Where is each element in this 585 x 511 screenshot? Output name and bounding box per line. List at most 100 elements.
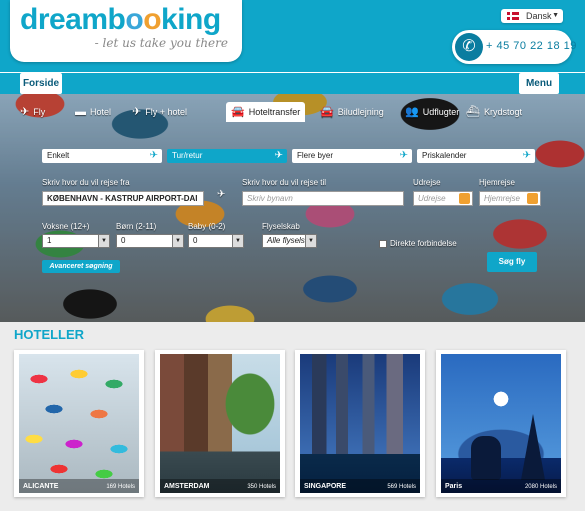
chevron-down-icon: ▼ xyxy=(305,235,316,247)
couple-silhouette xyxy=(471,436,501,480)
children-select[interactable]: 0 ▼ xyxy=(116,234,184,248)
hotel-card-singapore[interactable]: SINGAPORE 569 Hotels xyxy=(295,350,425,497)
language-selector[interactable]: Dansk ▼ xyxy=(501,9,563,23)
plane-icon: ✈ xyxy=(149,150,158,161)
depart-date-input[interactable]: Udrejse xyxy=(413,191,473,206)
chevron-down-icon: ▼ xyxy=(232,235,243,247)
children-value: 0 xyxy=(121,236,126,245)
hotel-image: AMSTERDAM 350 Hotels xyxy=(160,354,280,493)
ship-icon: ⛴ xyxy=(466,106,480,118)
trip-type-label: Tur/retur xyxy=(172,151,203,160)
tab-label: Krydstogt xyxy=(483,107,522,117)
menu-button[interactable]: Menu xyxy=(519,73,559,94)
car-icon: 🚘 xyxy=(320,106,334,118)
tab-label: Fly xyxy=(33,107,46,117)
search-tabs: ✈ Fly ▬ Hotel ✈ Fly + hotel 🚘 Hoteltransfer … xyxy=(20,102,580,122)
hotel-card-amsterdam[interactable]: AMSTERDAM 350 Hotels xyxy=(155,350,285,497)
direct-flight-checkbox[interactable] xyxy=(379,240,387,248)
logo-part: dream xyxy=(20,3,108,36)
depart-date-placeholder: Udrejse xyxy=(418,194,446,203)
trip-type-price-calendar[interactable]: Priskalender ✈ xyxy=(417,149,535,163)
nav-bar: Forside Menu xyxy=(0,72,585,94)
chevron-down-icon: ▼ xyxy=(552,12,559,19)
advanced-search-button[interactable]: Avanceret søgning xyxy=(42,260,120,273)
babies-value: 0 xyxy=(193,236,198,245)
tab-label: Udflugter xyxy=(422,107,460,117)
hero-overlay xyxy=(0,94,585,322)
airline-label: Flyselskab xyxy=(262,222,300,231)
chevron-down-icon: ▼ xyxy=(172,235,183,247)
tab-label: Fly + hotel xyxy=(145,107,187,117)
trip-type-label: Flere byer xyxy=(297,151,334,160)
hotel-count: 569 Hotels xyxy=(387,484,416,490)
direct-flight-label: Direkte forbindelse xyxy=(390,239,457,248)
trip-type-multi-city[interactable]: Flere byer ✈ xyxy=(292,149,412,163)
adults-select[interactable]: 1 ▼ xyxy=(42,234,110,248)
danish-flag-icon xyxy=(507,12,519,20)
return-date-placeholder: Hjemrejse xyxy=(484,194,521,203)
chevron-down-icon: ▼ xyxy=(98,235,109,247)
airline-select[interactable]: Alle flyselsk ▼ xyxy=(262,234,317,248)
hotel-count: 169 Hotels xyxy=(106,484,135,490)
swap-plane-icon[interactable]: ✈ xyxy=(217,189,225,200)
hotel-city: AMSTERDAM xyxy=(164,483,210,490)
tab-biludlejning[interactable]: 🚘 Biludlejning xyxy=(320,104,384,120)
logo[interactable]: dreambooking - let us take you there xyxy=(10,0,242,62)
hotel-city: SINGAPORE xyxy=(304,483,347,490)
hotel-image: SINGAPORE 569 Hotels xyxy=(300,354,420,493)
to-input[interactable]: Skriv bynavn xyxy=(242,191,404,206)
plane-icon: ✈ xyxy=(522,150,531,161)
to-label: Skriv hvor du vil rejse til xyxy=(242,178,327,187)
home-button[interactable]: Forside xyxy=(20,73,62,94)
hotel-image: Paris 2080 Hotels xyxy=(441,354,561,493)
hotel-count: 2080 Hotels xyxy=(524,484,557,490)
depart-label: Udrejse xyxy=(413,178,441,187)
babies-select[interactable]: 0 ▼ xyxy=(188,234,244,248)
from-label: Skriv hvor du vil rejse fra xyxy=(42,178,130,187)
hotel-city: ALICANTE xyxy=(23,483,59,490)
tab-hotel[interactable]: ▬ Hotel xyxy=(75,104,111,120)
logo-wordmark: dreambooking xyxy=(20,3,221,37)
children-label: Børn (2-11) xyxy=(116,222,157,231)
trip-type-one-way[interactable]: Enkelt ✈ xyxy=(42,149,162,163)
logo-part: o xyxy=(143,3,162,36)
search-flights-button[interactable]: Søg fly xyxy=(487,252,537,272)
bed-icon: ▬ xyxy=(75,106,86,118)
tab-fly[interactable]: ✈ Fly xyxy=(20,104,45,120)
plane-icon: ✈ xyxy=(399,150,408,161)
plane-icon: ✈ xyxy=(20,106,30,118)
tab-hoteltransfer[interactable]: 🚘 Hoteltransfer xyxy=(226,102,306,122)
car-icon: 🚘 xyxy=(231,106,245,118)
calendar-icon[interactable] xyxy=(527,193,538,204)
tab-udflugter[interactable]: 👥 Udflugter xyxy=(405,104,459,120)
tab-krydstogt[interactable]: ⛴ Krydstogt xyxy=(466,104,522,120)
phone-number: + 45 70 22 18 19 xyxy=(486,40,577,52)
return-label: Hjemrejse xyxy=(479,178,516,187)
from-input[interactable]: KØBENHAVN - KASTRUP AIRPORT-DAI xyxy=(42,191,204,206)
tab-label: Hotel xyxy=(90,107,112,117)
people-icon: 👥 xyxy=(405,106,419,118)
adults-label: Voksne (12+) xyxy=(42,222,90,231)
plane-bed-icon: ✈ xyxy=(132,106,142,118)
logo-part: o xyxy=(125,3,144,36)
eiffel-tower-shape xyxy=(521,414,545,480)
tab-label: Biludlejning xyxy=(337,107,384,117)
search-hero: ✈ Fly ▬ Hotel ✈ Fly + hotel 🚘 Hoteltransfer … xyxy=(0,94,585,322)
plane-icon: ✈ xyxy=(274,150,283,161)
trip-type-label: Priskalender xyxy=(422,151,467,160)
site-header: dreambooking - let us take you there Dan… xyxy=(0,0,585,72)
hotel-image: ALICANTE 169 Hotels xyxy=(19,354,139,493)
adults-value: 1 xyxy=(47,236,52,245)
calendar-icon[interactable] xyxy=(459,193,470,204)
return-date-input[interactable]: Hjemrejse xyxy=(479,191,541,206)
tab-fly-hotel[interactable]: ✈ Fly + hotel xyxy=(132,104,187,120)
phone-icon: ✆ xyxy=(455,33,483,61)
babies-label: Baby (0-2) xyxy=(188,222,226,231)
trip-type-round-trip[interactable]: Tur/retur ✈ xyxy=(167,149,287,163)
language-label: Dansk xyxy=(526,11,552,21)
logo-part: b xyxy=(107,3,126,36)
trip-type-label: Enkelt xyxy=(47,151,70,160)
phone-contact[interactable]: ✆ + 45 70 22 18 19 xyxy=(452,30,576,64)
hotel-card-paris[interactable]: Paris 2080 Hotels xyxy=(436,350,566,497)
hotel-card-alicante[interactable]: ALICANTE 169 Hotels xyxy=(14,350,144,497)
